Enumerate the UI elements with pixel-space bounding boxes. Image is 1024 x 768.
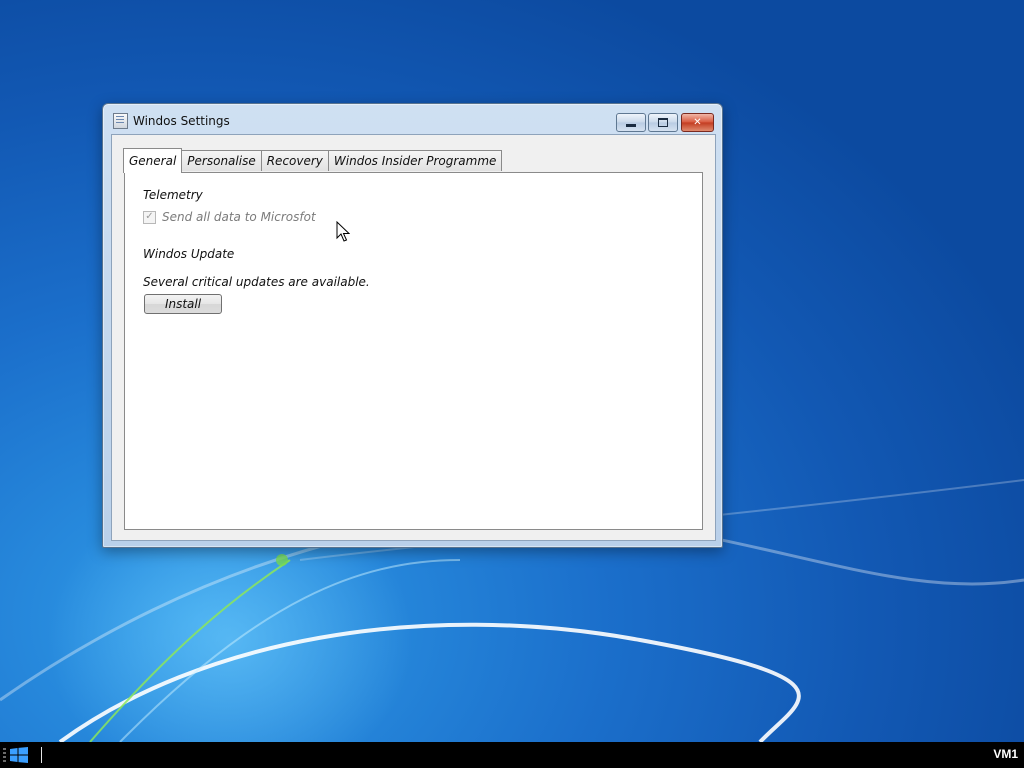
window-titlebar[interactable]: Windos Settings ✕ (103, 104, 722, 134)
window-client-area: General Personalise Recovery Windos Insi… (111, 134, 716, 541)
vm-label: VM1 (993, 747, 1018, 761)
taskbar-text-caret[interactable] (41, 747, 42, 763)
windos-update-heading: Windos Update (143, 247, 235, 261)
minimize-button[interactable] (616, 113, 646, 132)
taskbar: VM1 (0, 742, 1024, 768)
window-title: Windos Settings (133, 114, 230, 128)
mouse-pointer-icon (336, 221, 350, 242)
minimize-icon (626, 123, 636, 127)
settings-window: Windos Settings ✕ General Personalise Re… (102, 103, 723, 548)
taskbar-grip[interactable] (3, 748, 6, 762)
install-button[interactable]: Install (144, 294, 222, 314)
close-icon: ✕ (693, 117, 702, 128)
general-tab-panel: Telemetry ✓ Send all data to Microsfot W… (124, 172, 703, 530)
close-button[interactable]: ✕ (681, 113, 714, 132)
maximize-button[interactable] (648, 113, 678, 132)
tab-strip: General Personalise Recovery Windos Insi… (123, 148, 503, 173)
telemetry-checkbox-label: Send all data to Microsfot (162, 210, 316, 224)
telemetry-checkbox[interactable]: ✓ (143, 210, 156, 224)
tab-windos-insider-programme[interactable]: Windos Insider Programme (327, 150, 503, 171)
telemetry-checkbox-row[interactable]: ✓ Send all data to Microsfot (143, 210, 316, 224)
tab-personalise[interactable]: Personalise (181, 150, 262, 171)
windows-logo-icon[interactable] (10, 747, 28, 763)
update-status-text: Several critical updates are available. (143, 275, 370, 289)
settings-app-icon (113, 113, 128, 129)
tab-recovery[interactable]: Recovery (260, 150, 329, 171)
maximize-icon (658, 118, 668, 127)
checkmark-icon: ✓ (145, 211, 154, 222)
telemetry-heading: Telemetry (143, 188, 203, 202)
tab-general[interactable]: General (123, 148, 183, 173)
